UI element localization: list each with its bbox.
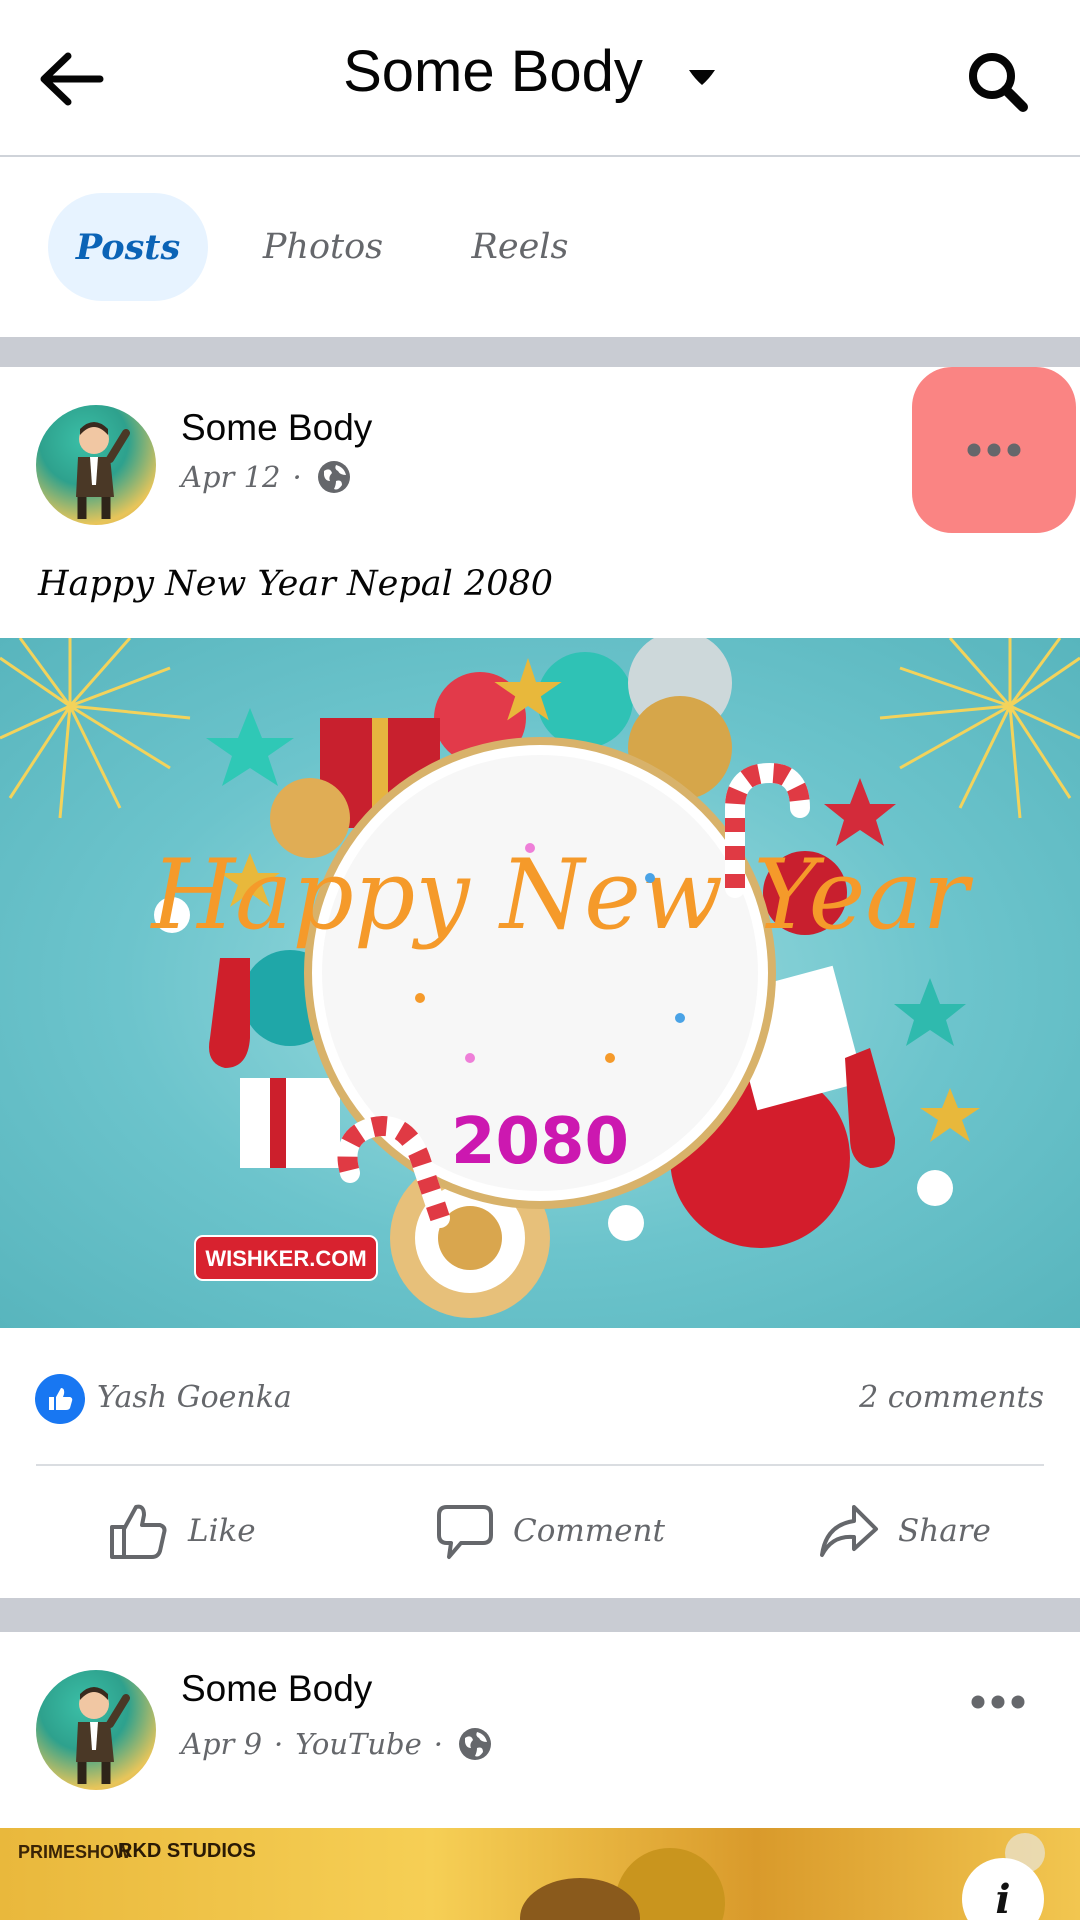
meta-separator: · bbox=[292, 460, 302, 494]
image-watermark: WISHKER.COM bbox=[205, 1246, 366, 1271]
section-divider bbox=[0, 1598, 1080, 1632]
poster-art bbox=[520, 1833, 1045, 1920]
avatar[interactable] bbox=[36, 405, 156, 525]
section-divider bbox=[0, 337, 1080, 367]
post-header: Some Body Apr 9 · YouTube · bbox=[0, 1632, 1080, 1812]
caret-down-icon bbox=[688, 69, 715, 85]
share-button[interactable]: Share bbox=[818, 1496, 991, 1566]
post-options-button[interactable] bbox=[912, 367, 1076, 533]
firework-left bbox=[0, 638, 191, 819]
post-meta: Apr 9 · YouTube · bbox=[181, 1726, 493, 1762]
post-author[interactable]: Some Body bbox=[181, 407, 372, 449]
meta-separator: · bbox=[433, 1727, 443, 1761]
post-date[interactable]: Apr 12 bbox=[181, 460, 281, 494]
post-header: Some Body Apr 12 · bbox=[0, 367, 1080, 547]
more-horizontal-icon bbox=[967, 443, 1021, 457]
globe-icon bbox=[459, 1728, 491, 1760]
tab-reels[interactable]: Reels bbox=[460, 193, 580, 301]
comment-label: Comment bbox=[513, 1513, 665, 1549]
thumbs-up-icon bbox=[110, 1504, 167, 1559]
profile-tabs: Posts Photos Reels bbox=[0, 159, 1080, 337]
share-arrow-icon bbox=[820, 1505, 878, 1557]
post-actions: Like Comment Share bbox=[0, 1466, 1080, 1598]
post-image[interactable]: PRIMESHOW RKD STUDIOS bbox=[0, 1828, 1080, 1920]
post-meta: Apr 12 · bbox=[181, 459, 352, 495]
search-button[interactable] bbox=[958, 42, 1038, 122]
title-dropdown[interactable]: Some Body bbox=[0, 38, 1080, 105]
image-year: 2080 bbox=[451, 1105, 629, 1179]
firework-right bbox=[879, 638, 1080, 819]
avatar-figure-icon bbox=[76, 1687, 130, 1784]
like-reaction-icon bbox=[35, 1374, 85, 1424]
post-author[interactable]: Some Body bbox=[181, 1668, 372, 1710]
share-label: Share bbox=[898, 1513, 991, 1549]
meta-separator: · bbox=[274, 1727, 284, 1761]
more-horizontal-icon bbox=[971, 1695, 1025, 1709]
page-title: Some Body bbox=[343, 39, 643, 104]
post-options-button[interactable] bbox=[916, 1642, 1080, 1762]
like-label: Like bbox=[188, 1513, 256, 1549]
new-year-graphic: Happy New Year 2080 WISHKER.COM bbox=[0, 638, 1080, 1318]
post-date[interactable]: Apr 9 bbox=[181, 1727, 262, 1761]
top-bar: Some Body bbox=[0, 0, 1080, 157]
comment-bubble-icon bbox=[437, 1505, 493, 1559]
post-text: Happy New Year Nepal 2080 bbox=[38, 564, 554, 604]
like-button[interactable]: Like bbox=[108, 1496, 256, 1566]
avatar[interactable] bbox=[36, 1670, 156, 1790]
comment-count[interactable]: 2 comments bbox=[859, 1380, 1044, 1415]
tab-photos[interactable]: Photos bbox=[252, 193, 394, 301]
image-headline: Happy New Year bbox=[149, 839, 973, 951]
reactions-bar: Yash Goenka 2 comments bbox=[0, 1356, 1080, 1440]
post-source[interactable]: YouTube bbox=[295, 1727, 422, 1761]
comment-button[interactable]: Comment bbox=[435, 1496, 665, 1566]
globe-icon bbox=[317, 461, 350, 493]
search-icon bbox=[969, 53, 1028, 112]
tab-posts[interactable]: Posts bbox=[48, 193, 208, 301]
avatar-figure-icon bbox=[76, 422, 130, 519]
post-image[interactable]: Happy New Year 2080 WISHKER.COM bbox=[0, 638, 1080, 1328]
reaction-names[interactable]: Yash Goenka bbox=[97, 1380, 292, 1415]
